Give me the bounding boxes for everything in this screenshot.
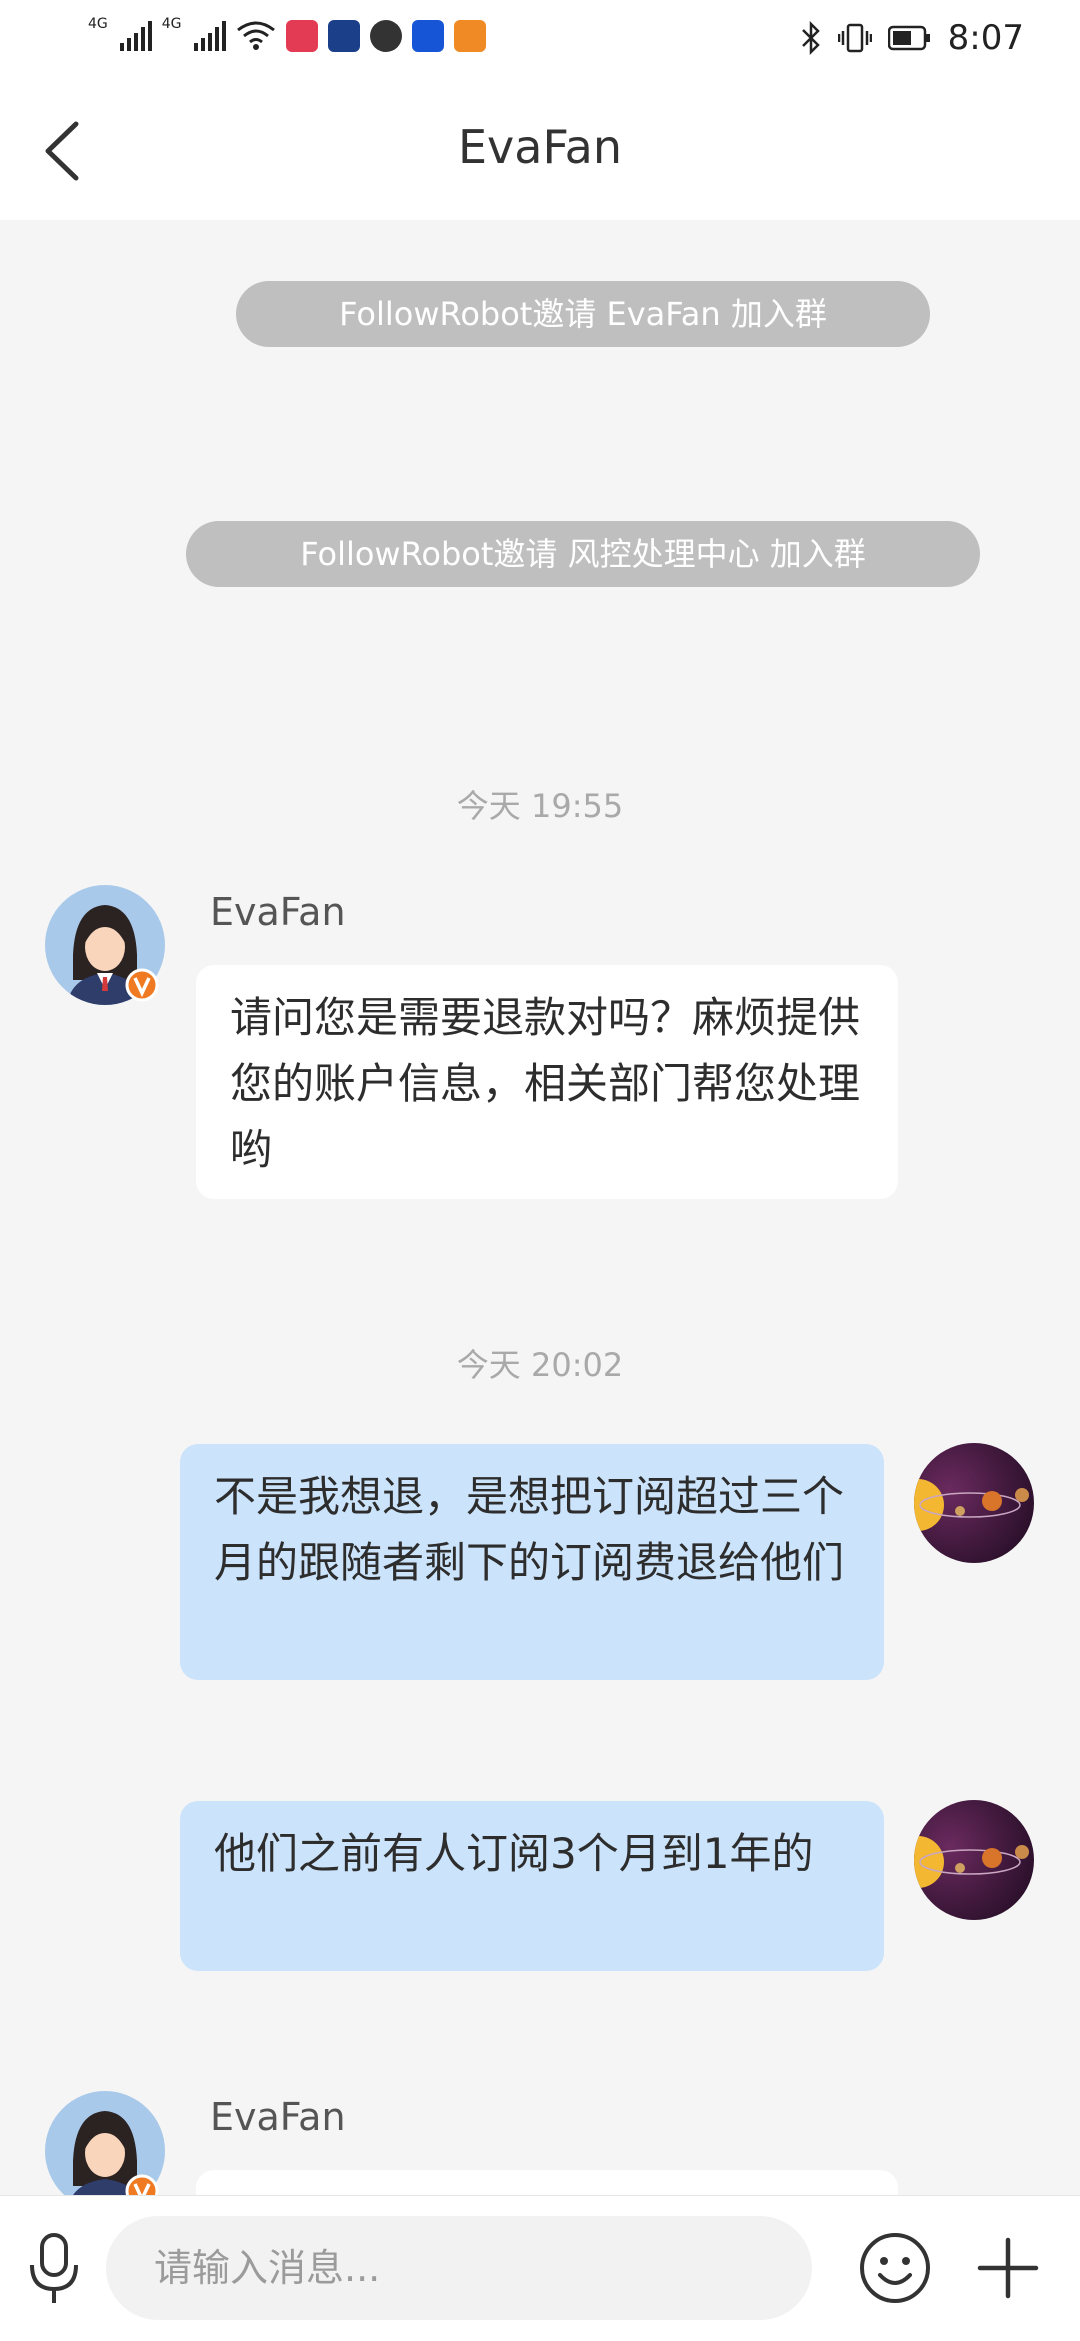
battery-icon <box>887 25 930 51</box>
chat-header: EvaFan <box>0 80 1080 220</box>
voice-button[interactable] <box>24 2231 84 2307</box>
app-notification-icon <box>411 20 444 52</box>
message-bubble[interactable]: 他们之前有人订阅3个月到1年的 <box>180 1801 884 1971</box>
chat-messages[interactable]: FollowRobot邀请 EvaFan 加入群 FollowRobot邀请 风… <box>0 220 1080 2195</box>
avatar[interactable] <box>914 1800 1034 1920</box>
system-message: FollowRobot邀请 EvaFan 加入群 <box>236 281 930 347</box>
signal-icon <box>119 21 152 51</box>
emoji-button[interactable] <box>858 2231 932 2305</box>
app-notification-icon <box>285 20 318 52</box>
clock: 8:07 <box>947 18 1024 58</box>
emoji-icon <box>860 2233 930 2303</box>
female-agent-avatar-icon <box>45 2091 165 2195</box>
app-notification-icon <box>327 20 360 52</box>
network-type-2: 4G <box>161 16 182 32</box>
avatar[interactable] <box>45 2091 165 2195</box>
status-left: 4G 4G <box>88 16 486 52</box>
message-bubble[interactable]: 请问您是需要退款对吗？麻烦提供您的账户信息，相关部门帮您处理哟 <box>196 965 898 1199</box>
input-bar <box>0 2195 1080 2341</box>
app-notification-icon <box>453 20 486 52</box>
signal-icon <box>193 21 226 51</box>
system-message: FollowRobot邀请 风控处理中心 加入群 <box>186 521 980 587</box>
message-bubble[interactable] <box>196 2170 898 2195</box>
planet-avatar-icon <box>914 1800 1034 1920</box>
avatar[interactable] <box>914 1443 1034 1563</box>
bluetooth-icon <box>801 21 820 55</box>
microphone-icon <box>30 2233 78 2303</box>
network-type-1: 4G <box>88 16 108 32</box>
app-notification-icon <box>369 20 402 52</box>
avatar[interactable] <box>45 885 165 1005</box>
vibrate-icon <box>837 23 872 53</box>
message-input[interactable] <box>106 2216 812 2320</box>
status-right: 8:07 <box>800 18 1024 58</box>
message-bubble[interactable]: 不是我想退，是想把订阅超过三个月的跟随者剩下的订阅费退给他们 <box>180 1444 884 1680</box>
planet-avatar-icon <box>914 1443 1034 1563</box>
sender-name: EvaFan <box>210 2095 346 2139</box>
more-button[interactable] <box>976 2236 1040 2300</box>
chat-title: EvaFan <box>457 120 623 174</box>
timestamp: 今天 20:02 <box>456 1346 624 1384</box>
plus-icon <box>977 2237 1039 2299</box>
status-bar: 4G 4G 8:07 <box>0 0 1080 80</box>
wifi-icon <box>236 21 275 50</box>
female-agent-avatar-icon <box>45 885 165 1005</box>
sender-name: EvaFan <box>210 890 346 934</box>
timestamp: 今天 19:55 <box>456 787 624 825</box>
